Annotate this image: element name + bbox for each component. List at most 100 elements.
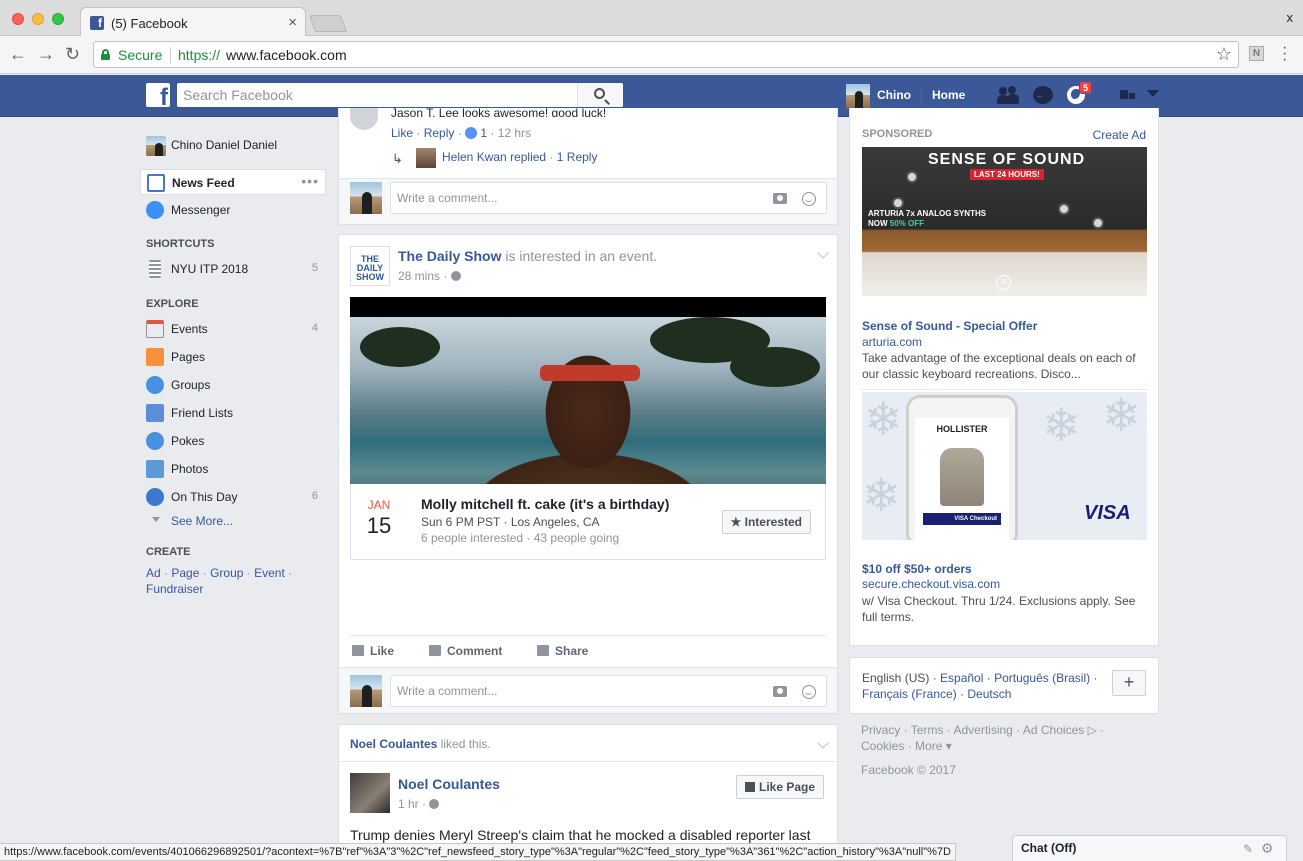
arturia-ad-image[interactable]: SENSE OF SOUND LAST 24 HOURS! ARTURIA 7x… bbox=[862, 147, 1147, 296]
home-link[interactable]: Home bbox=[932, 88, 965, 102]
emoji-icon[interactable] bbox=[802, 685, 816, 699]
ad-domain[interactable]: arturia.com bbox=[862, 335, 922, 349]
window-x-label[interactable]: x bbox=[1287, 10, 1294, 25]
window-close-button[interactable] bbox=[12, 13, 24, 25]
ad-title[interactable]: $10 off $50+ orders bbox=[862, 562, 972, 576]
calendar-icon bbox=[146, 320, 164, 338]
comment-input[interactable] bbox=[391, 676, 691, 706]
post-body-text: Trump denies Meryl Streep's claim that h… bbox=[350, 827, 811, 843]
create-group-link[interactable]: Group bbox=[210, 566, 243, 580]
more-options-icon[interactable]: ••• bbox=[301, 173, 319, 189]
profile-link[interactable]: Chino bbox=[846, 84, 911, 108]
comment-input[interactable] bbox=[391, 183, 691, 213]
footer-link[interactable]: Ad Choices bbox=[1023, 723, 1084, 737]
back-arrow-icon[interactable]: ← bbox=[9, 44, 27, 64]
camera-icon[interactable] bbox=[773, 686, 787, 697]
create-event-link[interactable]: Event bbox=[254, 566, 285, 580]
create-ad-link[interactable]: Create Ad bbox=[1093, 128, 1146, 142]
sidebar-item-messenger[interactable]: Messenger bbox=[140, 197, 326, 223]
visa-ad-image[interactable]: ❄ ❄ ❄ ❄ HOLLISTER VISA Checkout VISA bbox=[862, 392, 1147, 540]
interested-button[interactable]: ★ Interested bbox=[721, 510, 811, 534]
search-input[interactable] bbox=[177, 83, 577, 107]
language-link[interactable]: Deutsch bbox=[967, 687, 1011, 701]
story-options-chevron-icon[interactable] bbox=[817, 247, 829, 259]
story-time[interactable]: 1 hr bbox=[398, 797, 419, 811]
sidebar-item-groups[interactable]: Groups bbox=[140, 372, 326, 398]
footer-link[interactable]: Terms bbox=[911, 723, 944, 737]
create-heading: CREATE bbox=[146, 546, 191, 558]
footer-link[interactable]: Privacy bbox=[861, 723, 900, 737]
comment-reply-link[interactable]: Reply bbox=[424, 126, 455, 140]
reply-summary[interactable]: Helen Kwan replied · 1 Reply bbox=[442, 150, 597, 164]
extension-icon[interactable]: N bbox=[1249, 46, 1264, 61]
daily-show-logo[interactable]: THE DAILY SHOW bbox=[350, 246, 390, 286]
account-caret-icon[interactable] bbox=[1147, 90, 1159, 97]
see-more-link[interactable]: See More... bbox=[140, 511, 326, 531]
window-zoom-button[interactable] bbox=[52, 13, 64, 25]
compose-icon[interactable]: ✎ bbox=[1243, 842, 1253, 856]
sidebar-item-photos[interactable]: Photos bbox=[140, 456, 326, 482]
like-page-button[interactable]: Like Page bbox=[736, 775, 825, 799]
language-link[interactable]: Português (Brasil) bbox=[994, 671, 1090, 685]
avatar[interactable] bbox=[350, 773, 390, 813]
ad-domain[interactable]: secure.checkout.visa.com bbox=[862, 577, 1000, 591]
see-more-label: See More... bbox=[171, 514, 234, 528]
sidebar-item-shortcut[interactable]: NYU ITP 2018 5 bbox=[140, 256, 326, 282]
footer-link[interactable]: More bbox=[915, 739, 942, 753]
thumbs-up-icon bbox=[745, 782, 755, 792]
bookmark-star-icon[interactable]: ☆ bbox=[1216, 44, 1232, 65]
sidebar-item-on-this-day[interactable]: On This Day 6 bbox=[140, 484, 326, 510]
page-name-link[interactable]: The Daily Show bbox=[398, 248, 501, 264]
browser-tab-facebook[interactable]: f (5) Facebook × bbox=[80, 7, 306, 37]
liker-name-link[interactable]: Noel Coulantes bbox=[350, 737, 437, 751]
browser-menu-icon[interactable]: · · · bbox=[1282, 40, 1287, 68]
window-minimize-button[interactable] bbox=[32, 13, 44, 25]
address-bar[interactable]: Secure https:// www.facebook.com ☆ bbox=[93, 41, 1239, 68]
sidebar-item-friend-lists[interactable]: Friend Lists bbox=[140, 400, 326, 426]
event-title[interactable]: Molly mitchell ft. cake (it's a birthday… bbox=[421, 496, 669, 512]
story-action-text: is interested in an event. bbox=[505, 248, 658, 264]
language-link[interactable]: Español bbox=[940, 671, 983, 685]
language-link[interactable]: Français (France) bbox=[862, 687, 957, 701]
new-tab-button[interactable] bbox=[308, 15, 348, 32]
add-language-button[interactable]: + bbox=[1112, 670, 1146, 696]
story-meta: 28 mins · bbox=[398, 269, 461, 283]
like-button[interactable]: Like bbox=[352, 644, 394, 658]
comment-like-link[interactable]: Like bbox=[391, 126, 413, 140]
sidebar-item-pokes[interactable]: Pokes bbox=[140, 428, 326, 454]
sidebar-item-profile[interactable]: Chino Daniel Daniel bbox=[140, 132, 326, 158]
facebook-logo-icon[interactable]: f bbox=[146, 83, 170, 110]
tab-close-icon[interactable]: × bbox=[288, 14, 297, 31]
chat-bar[interactable]: Chat (Off) ✎ ⚙ bbox=[1012, 835, 1287, 861]
search-button[interactable] bbox=[577, 83, 623, 107]
write-comment-row bbox=[339, 178, 837, 224]
reload-icon[interactable]: ↻ bbox=[65, 44, 80, 64]
ad-title[interactable]: Sense of Sound - Special Offer bbox=[862, 319, 1037, 333]
flag-icon bbox=[146, 348, 164, 366]
emoji-icon[interactable] bbox=[802, 192, 816, 206]
comment-button[interactable]: Comment bbox=[429, 644, 502, 658]
sidebar-item-news-feed[interactable]: News Feed ••• bbox=[140, 169, 326, 195]
footer-link[interactable]: Cookies bbox=[861, 739, 904, 753]
url-host: www.facebook.com bbox=[226, 47, 347, 63]
create-ad-link[interactable]: Ad bbox=[146, 566, 161, 580]
reaction-count[interactable]: 1 bbox=[480, 126, 487, 140]
friend-requests-icon[interactable] bbox=[997, 85, 1019, 105]
event-attachment[interactable]: JAN 15 Molly mitchell ft. cake (it's a b… bbox=[350, 484, 826, 560]
story-time[interactable]: 28 mins bbox=[398, 269, 440, 283]
create-page-link[interactable]: Page bbox=[171, 566, 199, 580]
privacy-lock-icon[interactable] bbox=[1120, 87, 1142, 107]
create-fundraiser-link[interactable]: Fundraiser bbox=[146, 582, 203, 596]
page-name-link[interactable]: Noel Coulantes bbox=[398, 776, 500, 792]
share-button[interactable]: Share bbox=[537, 644, 588, 658]
forward-arrow-icon[interactable]: → bbox=[37, 44, 55, 64]
sidebar-item-pages[interactable]: Pages bbox=[140, 344, 326, 370]
sidebar-item-events[interactable]: Events 4 bbox=[140, 316, 326, 342]
comment-icon bbox=[429, 645, 441, 656]
camera-icon[interactable] bbox=[773, 193, 787, 204]
avatar bbox=[846, 84, 870, 108]
gear-icon[interactable]: ⚙ bbox=[1261, 840, 1274, 857]
messenger-icon[interactable]: ~ bbox=[1032, 85, 1054, 105]
footer-link[interactable]: Advertising bbox=[953, 723, 1012, 737]
story-options-chevron-icon[interactable] bbox=[817, 737, 829, 749]
